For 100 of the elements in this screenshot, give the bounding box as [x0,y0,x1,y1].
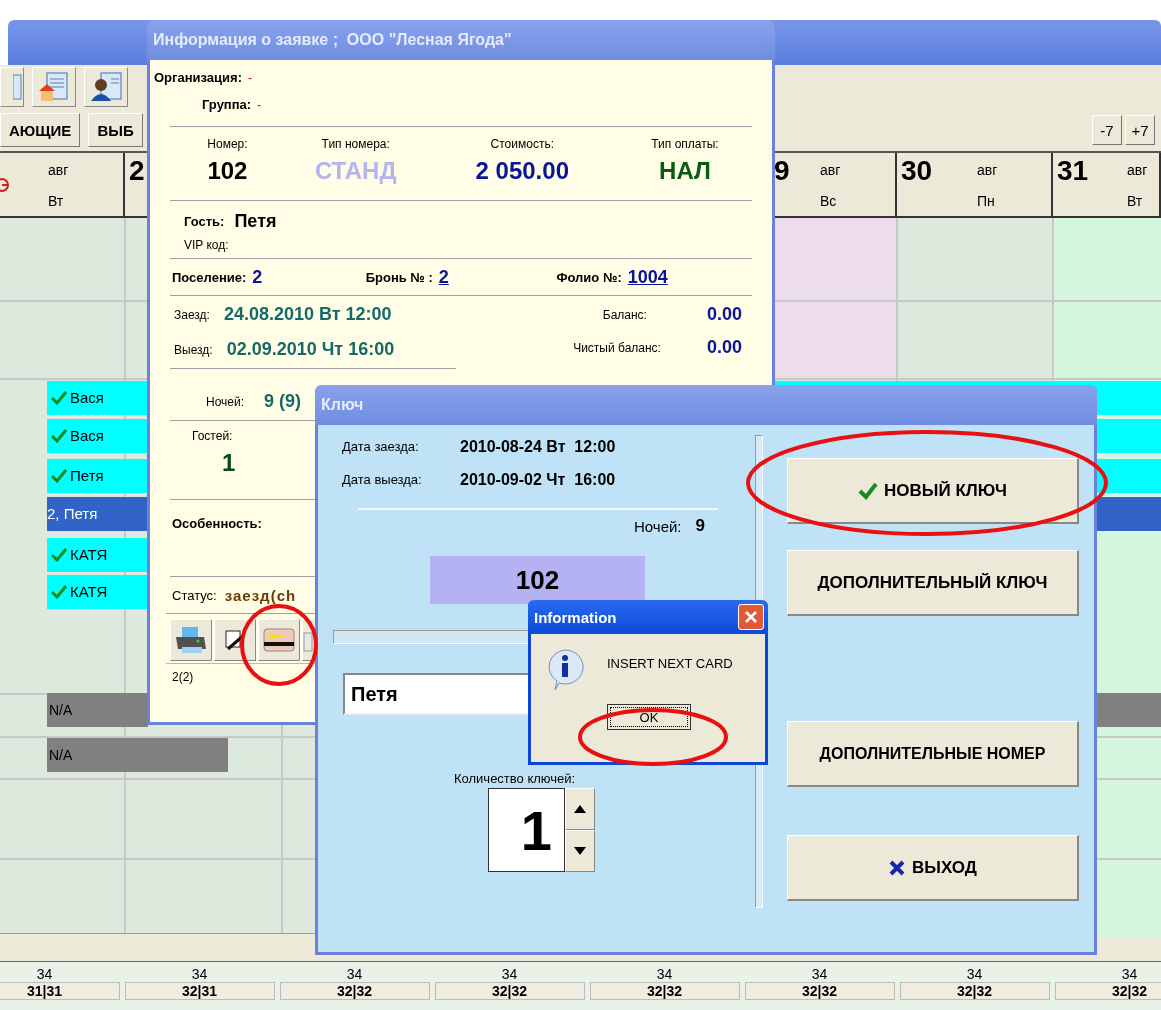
field-value: 2 [252,266,263,288]
occupancy-ratio: 32|32 [899,982,1050,1001]
field-label: Заезд: [174,307,210,322]
field-value: - [247,70,252,85]
date-value: 2010-09-02 Чт 16:00 [460,470,616,489]
field-label: Бронь № : [365,269,433,285]
weekday-label: Пн [977,193,995,210]
window-title: Information [528,600,768,634]
field-label: Поселение: [172,269,247,285]
room-count: 34 [656,966,673,983]
date-value: 24.08.2010 Вт 12:00 [223,304,392,325]
field-value: 102 [207,157,248,185]
field-label: Количество ключей: [454,771,576,786]
weekday-label: Вт [48,193,64,210]
room-count: 34 [36,966,53,983]
room-count: 34 [501,966,518,983]
occupancy-ratio: 32|32 [279,982,430,1001]
room-count: 34 [966,966,983,983]
field-label: Стоимость: [490,137,554,151]
guest-name: Петя [70,467,104,485]
field-label: Особенность: [172,516,262,531]
field-label: Ночей: [633,517,682,535]
guest-name: КАТЯ [70,546,108,564]
occupancy-ratio: 32|32 [744,982,895,1001]
day-number: 9 [774,155,790,188]
guest-name: 2, Петя [47,505,98,523]
key-count-field[interactable]: 1 [488,788,565,872]
guests-value: 1 [222,449,236,477]
room-count: 34 [811,966,828,983]
day-number: 31 [1057,155,1089,188]
blocked-bar[interactable]: N/A [47,737,228,772]
field-value: - [257,97,262,112]
booking-bar[interactable]: Петя [47,458,148,493]
day-number: 2 [129,155,145,188]
occupancy-ratio: 32|32 [1054,982,1161,1001]
guest-name: КАТЯ [70,583,108,601]
toolbar-button[interactable]: АЮЩИЕ [0,113,81,148]
date-value: 02.09.2010 Чт 16:00 [226,339,395,360]
action-button[interactable]: ДОПОЛНИТЕЛЬНЫЙ КЛЮЧ [787,550,1079,616]
month-label: авг [1127,162,1148,179]
field-label: Статус: [172,587,217,603]
weekday-label: Вт [1127,193,1143,210]
balance-value: 0.00 [706,337,742,358]
booking-bar[interactable]: 2, Петя [47,496,148,531]
field-label: Выезд: [174,342,213,357]
toolbar-button[interactable]: ВЫБ [88,113,143,148]
room-count: 34 [191,966,208,983]
blocked-label: N/A [49,746,73,763]
date-value: 2010-08-24 Вт 12:00 [460,437,616,456]
month-label: авг [820,162,841,179]
field-label: Баланс: [602,307,647,322]
field-label: Гость: [184,214,225,229]
week-nav-button[interactable]: -7 [1092,115,1122,146]
field-label: Ночей: [206,394,245,409]
field-label: Чистый баланс: [573,340,661,355]
balance-value: 0.00 [706,304,742,325]
occupancy-ratio: 32|32 [589,982,740,1001]
field-value: 2 050.00 [475,157,569,185]
field-value: СТАНД [314,157,397,185]
nights-value: 9 (9) [264,391,302,412]
booking-bar[interactable]: Вася [47,380,148,415]
booking-bar[interactable]: КАТЯ [47,537,148,572]
guest-name: Вася [70,389,104,407]
status-value: заезд(ch [224,586,297,604]
booking-bar[interactable]: Вася [47,418,148,453]
field-label: Дата заезда: [342,439,420,454]
month-label: авг [48,162,69,179]
field-label: VIP код: [183,237,230,254]
field-label: Гостей: [192,429,233,443]
month-label: авг [977,162,998,179]
room-number: 102 [430,556,645,604]
field-label: Организация: [154,70,242,85]
blocked-label: N/A [49,701,73,718]
booking-bar[interactable]: КАТЯ [47,574,148,609]
field-value: НАЛ [659,157,711,185]
field-label: Фолио №: [556,269,622,285]
field-label: Дата выезда: [342,472,423,487]
window-title: Ключ [315,385,1097,425]
field-label: Тип номера: [321,137,390,151]
reference-link[interactable]: 1004 [627,266,668,288]
week-nav-button[interactable]: +7 [1125,115,1155,146]
window-title: Информация о заявке ; ООО "Лесная Ягода" [147,20,775,60]
guest-name: Петя [234,211,277,232]
action-button[interactable]: ДОПОЛНИТЕЛЬНЫЕ НОМЕР [787,721,1079,787]
field-label: Тип оплаты: [651,137,719,151]
blocked-bar[interactable]: N/A [47,692,148,727]
occupancy-ratio: 32|32 [434,982,585,1001]
nights-value: 9 [695,516,705,536]
field-label: Группа: [202,97,252,112]
day-number: 30 [901,155,933,188]
weekday-label: Вс [820,193,837,210]
room-count: 34 [346,966,363,983]
action-button[interactable]: ВЫХОД [787,835,1079,901]
action-button[interactable]: НОВЫЙ КЛЮЧ [787,458,1079,524]
message-text: INSERT NEXT CARD [607,655,733,673]
occupancy-ratio: 31|31 [0,982,120,1001]
reference-link[interactable]: 2 [438,266,449,288]
field-label: Номер: [207,137,248,151]
occupancy-ratio: 32|31 [124,982,275,1001]
guest-name: Вася [70,427,104,445]
